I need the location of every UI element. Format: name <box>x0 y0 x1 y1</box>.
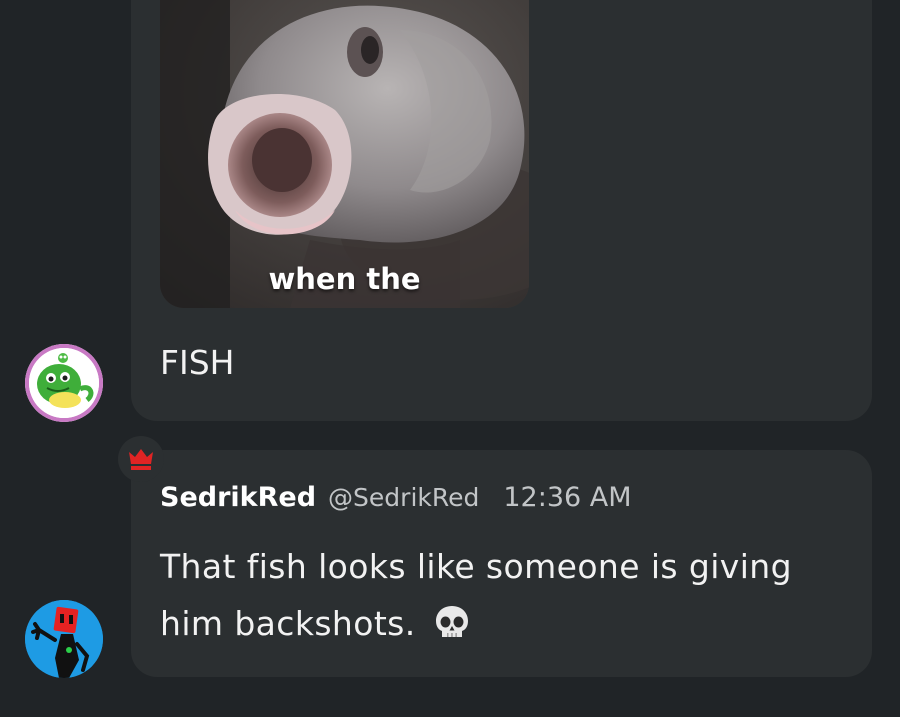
chat-view: when the FISH SedrikRed @SedrikRed 12:36… <box>0 0 900 717</box>
user-avatar[interactable] <box>25 344 103 422</box>
message-text: That fish looks like someone is giving h… <box>160 547 792 643</box>
author-name[interactable]: SedrikRed <box>160 482 316 513</box>
gif-caption: when the <box>268 262 421 296</box>
message-gif[interactable]: when the <box>160 0 529 308</box>
crown-icon <box>129 449 153 470</box>
user-avatar[interactable] <box>25 600 103 678</box>
frog-avatar-icon <box>29 348 99 418</box>
red-robot-avatar-icon <box>25 600 103 678</box>
crown-badge <box>118 436 164 482</box>
message-text: FISH <box>160 343 235 382</box>
message-body: That fish looks like someone is giving h… <box>160 538 850 658</box>
message-header: SedrikRed @SedrikRed 12:36 AM <box>160 482 632 522</box>
author-handle[interactable]: @SedrikRed <box>328 483 479 512</box>
skull-emoji <box>433 601 471 658</box>
message-timestamp: 12:36 AM <box>503 482 632 513</box>
